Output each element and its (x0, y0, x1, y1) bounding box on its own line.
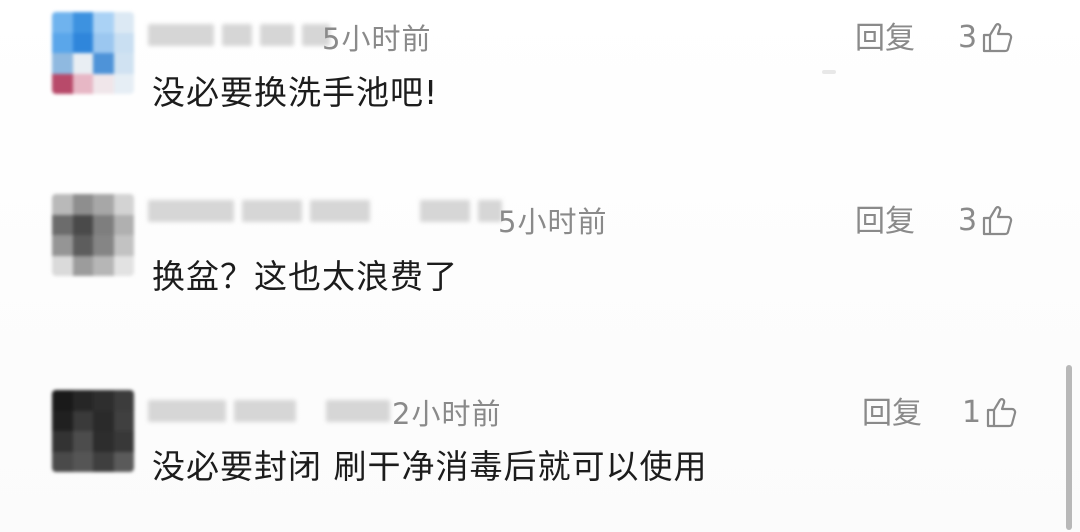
avatar-image (52, 194, 134, 276)
avatar[interactable] (52, 390, 134, 472)
thumbs-up-icon (982, 23, 1013, 53)
avatar[interactable] (52, 12, 134, 94)
avatar-image (52, 390, 134, 472)
comment-time: 5小时前 (498, 205, 608, 239)
avatar-image (52, 12, 134, 94)
like-button[interactable]: 3 (958, 20, 1015, 56)
comment-list: 5小时前 没必要换洗手池吧! 回复 3 5小时前 换盆？这也太浪费了 回复 3 (0, 0, 1080, 532)
like-count: 3 (958, 203, 978, 238)
like-count: 3 (958, 20, 978, 55)
username-blurred[interactable] (148, 400, 390, 422)
reply-button[interactable]: 回复 (855, 204, 915, 240)
reply-button[interactable]: 回复 (862, 396, 922, 432)
comment-time: 5小时前 (322, 22, 432, 56)
comment-text: 没必要封闭 刷干净消毒后就可以使用 (152, 447, 708, 486)
username-blurred[interactable] (148, 24, 330, 46)
avatar[interactable] (52, 194, 134, 276)
thumbs-up-icon (982, 206, 1013, 236)
scrollbar[interactable] (1066, 365, 1072, 530)
username-blurred[interactable] (148, 200, 502, 222)
thumbs-up-icon (986, 398, 1017, 428)
comment-item: 2小时前 没必要封闭 刷干净消毒后就可以使用 回复 1 (0, 360, 1080, 510)
like-button[interactable]: 1 (962, 395, 1019, 431)
reply-button[interactable]: 回复 (855, 21, 915, 57)
like-count: 1 (962, 395, 982, 430)
comment-text: 换盆？这也太浪费了 (152, 257, 458, 296)
background-speck (822, 70, 836, 74)
like-button[interactable]: 3 (958, 203, 1015, 239)
comment-item: 5小时前 换盆？这也太浪费了 回复 3 (0, 180, 1080, 330)
comment-item: 5小时前 没必要换洗手池吧! 回复 3 (0, 0, 1080, 150)
comment-text: 没必要换洗手池吧! (152, 73, 439, 112)
comment-time: 2小时前 (392, 397, 502, 431)
